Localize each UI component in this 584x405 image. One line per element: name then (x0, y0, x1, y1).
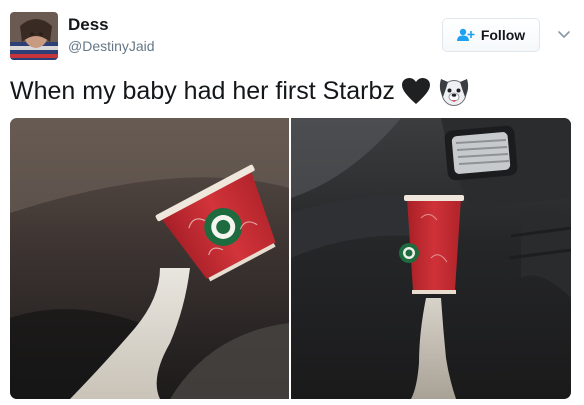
tweet-body: When my baby had her first Starbz (10, 77, 395, 105)
user-handle[interactable]: @DestinyJaid (68, 36, 155, 56)
follow-button[interactable]: Follow (442, 18, 540, 52)
display-name[interactable]: Dess (68, 14, 155, 36)
avatar[interactable] (10, 12, 58, 60)
chevron-down-icon[interactable] (556, 26, 572, 42)
tweet-text: When my baby had her first Starbz (10, 74, 576, 108)
media-grid (10, 118, 571, 399)
follow-label: Follow (480, 27, 526, 43)
tweet-header: Dess @DestinyJaid Follow (10, 12, 576, 60)
black-heart-icon (401, 78, 430, 104)
photo-2[interactable] (291, 118, 571, 399)
dog-face-icon (439, 79, 469, 106)
add-user-icon (456, 28, 475, 41)
photo-1[interactable] (10, 118, 289, 399)
user-info[interactable]: Dess @DestinyJaid (68, 14, 155, 56)
